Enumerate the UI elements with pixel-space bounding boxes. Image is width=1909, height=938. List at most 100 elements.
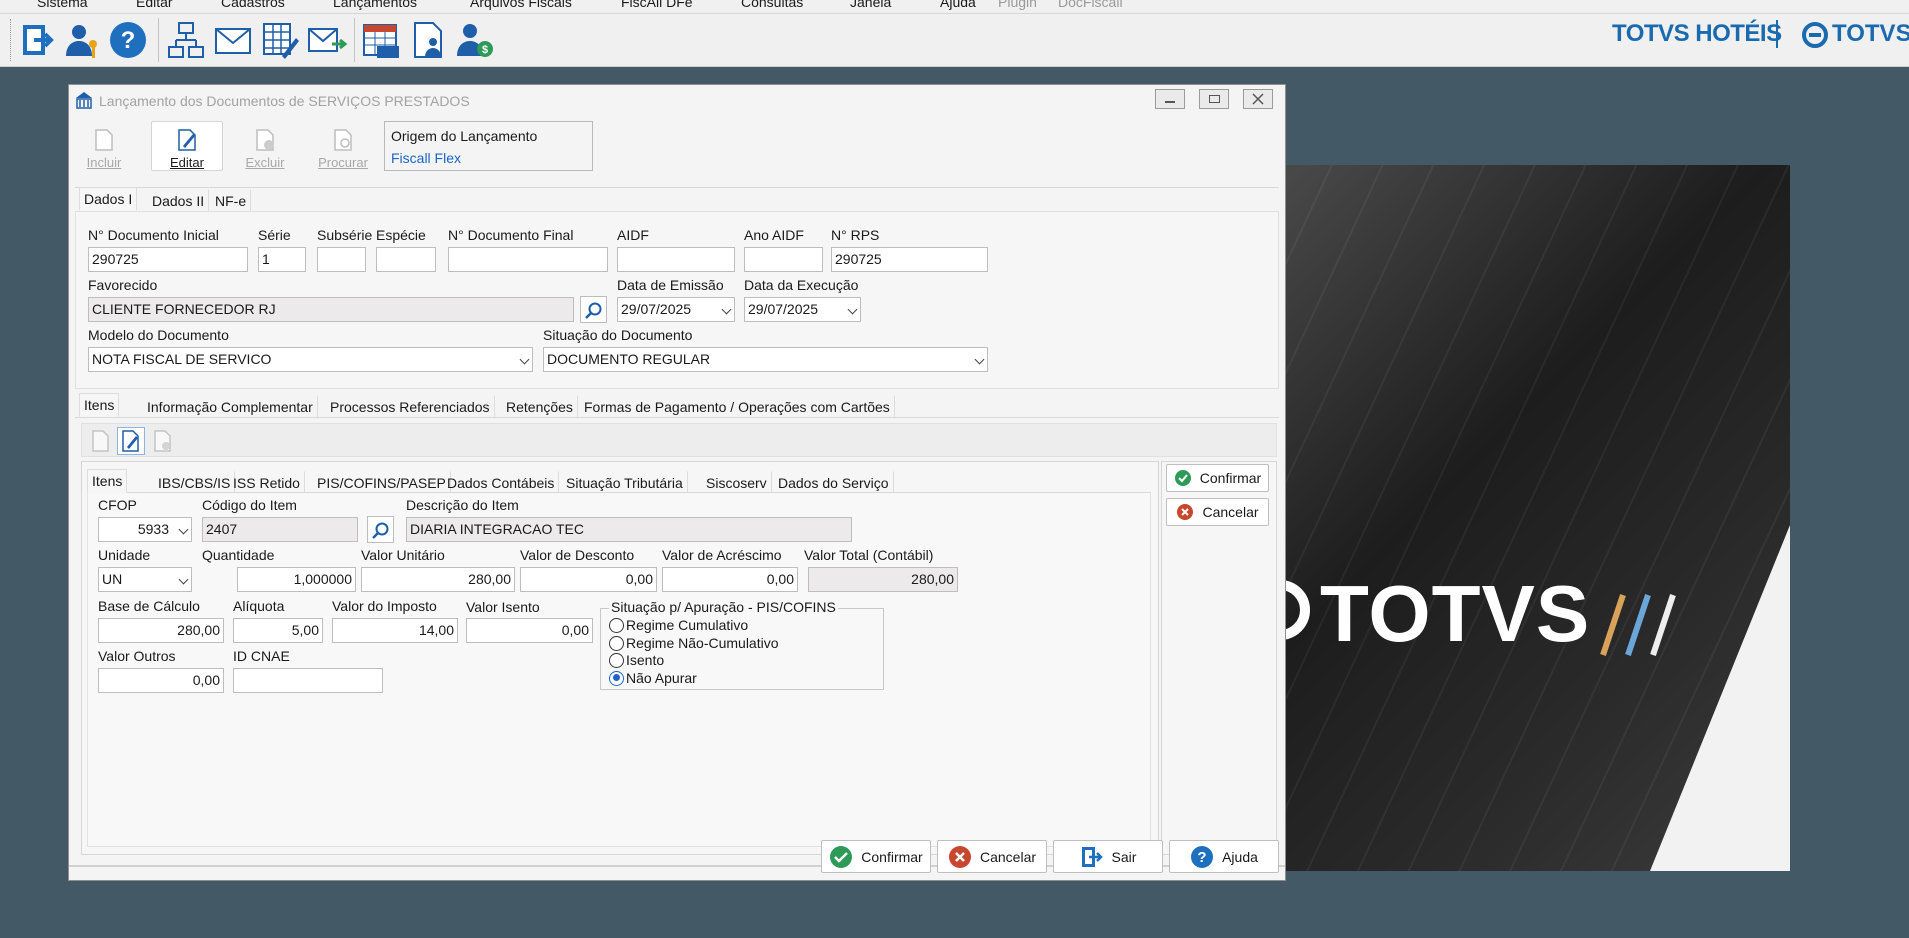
codigo-field[interactable]: 2407: [202, 517, 358, 542]
radio-icon: [609, 635, 624, 651]
editar-button[interactable]: Editar: [151, 121, 223, 171]
cfop-select[interactable]: 5933: [98, 517, 192, 542]
incluir-button[interactable]: Incluir: [75, 121, 133, 171]
delete-item-button[interactable]: [149, 428, 175, 454]
desconto-field[interactable]: 0,00: [520, 567, 657, 592]
send-mail-icon[interactable]: [306, 20, 348, 60]
valor-unitario-field[interactable]: 280,00: [361, 567, 515, 592]
tab-dados-contabeis[interactable]: Dados Contábeis: [442, 471, 560, 495]
totvs-logo-icon: [1802, 22, 1828, 48]
quantidade-field[interactable]: 1,000000: [237, 567, 356, 592]
unidade-select[interactable]: UN: [98, 567, 192, 592]
search-icon: [372, 522, 389, 539]
radio-label: Regime Cumulativo: [626, 617, 749, 633]
tab-processos-referenciados[interactable]: Processos Referenciados: [325, 395, 495, 419]
radio-isento[interactable]: Isento: [609, 652, 664, 668]
tab-retencoes[interactable]: Retenções: [501, 395, 578, 419]
tab-situacao-tributaria[interactable]: Situação Tributária: [561, 471, 688, 495]
descricao-field[interactable]: DIARIA INTEGRACAO TEC: [406, 517, 852, 542]
emissao-field[interactable]: 29/07/2025: [617, 297, 735, 322]
excluir-button[interactable]: Excluir: [229, 121, 301, 171]
edit-grid-icon[interactable]: [260, 20, 300, 60]
tab-siscoserv[interactable]: Siscoserv: [701, 471, 772, 495]
tab-nfe[interactable]: NF-e: [210, 189, 252, 213]
cfop-label: CFOP: [98, 497, 137, 513]
maximize-button[interactable]: [1199, 89, 1229, 109]
menu-editar[interactable]: Editar: [136, 0, 173, 10]
user-document-icon[interactable]: [409, 20, 449, 60]
confirmar-button[interactable]: Confirmar: [821, 840, 931, 873]
item-confirmar-button[interactable]: Confirmar: [1166, 464, 1269, 492]
tab-itens[interactable]: Itens: [79, 393, 120, 417]
aliquota-label: Alíquota: [233, 598, 285, 614]
descricao-label: Descrição do Item: [406, 497, 519, 513]
edit-item-button[interactable]: [117, 427, 145, 455]
tab-informacao-complementar[interactable]: Informação Complementar: [142, 395, 318, 419]
tab-pis-cofins-pasep[interactable]: PIS/COFINS/PASEP: [312, 471, 451, 495]
sair-button[interactable]: Sair: [1053, 840, 1163, 873]
situacao-select[interactable]: DOCUMENTO REGULAR: [543, 347, 988, 372]
ano-aidf-label: Ano AIDF: [744, 227, 804, 243]
mail-icon[interactable]: [213, 20, 253, 60]
favorecido-search-button[interactable]: [580, 296, 607, 323]
toolbar-separator: [158, 18, 159, 62]
modelo-select[interactable]: NOTA FISCAL DE SERVICO: [88, 347, 533, 372]
menu-cadastros[interactable]: Cadastros: [221, 0, 285, 10]
tab-dados-i[interactable]: Dados I: [79, 187, 138, 211]
subserie-field[interactable]: [317, 247, 366, 272]
menu-plugin[interactable]: Plugin: [998, 0, 1037, 10]
menu-janela[interactable]: Janela: [850, 0, 891, 10]
cancelar-button[interactable]: Cancelar: [937, 840, 1047, 873]
minimize-button[interactable]: [1155, 89, 1185, 109]
menu-lancamentos[interactable]: Lançamentos: [333, 0, 417, 10]
execucao-field[interactable]: 29/07/2025: [744, 297, 861, 322]
acrescimo-field[interactable]: 0,00: [662, 567, 798, 592]
help-icon[interactable]: ?: [108, 20, 148, 60]
radio-nao-apurar[interactable]: Não Apurar: [609, 670, 697, 686]
radio-regime-nao-cumulativo[interactable]: Regime Não-Cumulativo: [609, 635, 779, 651]
tab-iss-retido[interactable]: ISS Retido: [228, 471, 305, 495]
valor-outros-field[interactable]: 0,00: [98, 668, 224, 693]
tab-dados-ii[interactable]: Dados II: [147, 189, 210, 213]
rps-field[interactable]: 290725: [831, 247, 988, 272]
valor-imposto-field[interactable]: 14,00: [332, 618, 458, 643]
num-final-field[interactable]: [448, 247, 608, 272]
new-item-button[interactable]: [87, 428, 113, 454]
calendar-icms-icon[interactable]: [361, 20, 401, 60]
exit-icon[interactable]: [20, 20, 56, 60]
execucao-value: 29/07/2025: [748, 301, 819, 317]
valor-total-field[interactable]: 280,00: [808, 567, 958, 592]
user-money-icon[interactable]: $: [455, 20, 495, 60]
procurar-button[interactable]: Procurar: [307, 121, 379, 171]
tab-dados-servico[interactable]: Dados do Serviço: [773, 471, 894, 495]
serie-field[interactable]: 1: [258, 247, 306, 272]
especie-field[interactable]: [376, 247, 436, 272]
close-button[interactable]: [1243, 89, 1273, 109]
favorecido-field[interactable]: CLIENTE FORNECEDOR RJ: [88, 297, 574, 322]
tab-formas-pagamento[interactable]: Formas de Pagamento / Operações com Cart…: [579, 395, 895, 419]
menu-consultas[interactable]: Consultas: [741, 0, 803, 10]
ajuda-button[interactable]: ? Ajuda: [1169, 840, 1279, 873]
cnae-field[interactable]: [233, 668, 383, 693]
tab-ibs-cbs-is[interactable]: IBS/CBS/IS: [153, 471, 236, 495]
user-key-icon[interactable]: [63, 20, 101, 60]
menu-arquivos-fiscais[interactable]: Arquivos Fiscais: [470, 0, 572, 10]
codigo-label: Código do Item: [202, 497, 297, 513]
menu-ajuda[interactable]: Ajuda: [940, 0, 976, 10]
radio-regime-cumulativo[interactable]: Regime Cumulativo: [609, 617, 748, 633]
org-chart-icon[interactable]: [166, 20, 206, 60]
codigo-search-button[interactable]: [367, 516, 394, 543]
cfop-value: 5933: [137, 521, 169, 537]
valor-isento-field[interactable]: 0,00: [466, 618, 593, 643]
item-cancelar-button[interactable]: Cancelar: [1166, 498, 1269, 526]
menu-fiscall-dfe[interactable]: FiscAll DFe: [621, 0, 693, 10]
aliquota-field[interactable]: 5,00: [233, 618, 323, 643]
base-calculo-field[interactable]: 280,00: [98, 618, 224, 643]
aidf-field[interactable]: [617, 247, 735, 272]
menu-sistema[interactable]: Sistema: [37, 0, 88, 10]
num-inicial-field[interactable]: 290725: [88, 247, 248, 272]
cancelar-label: Cancelar: [979, 848, 1037, 865]
ano-aidf-field[interactable]: [744, 247, 823, 272]
tab-itens-detalhe[interactable]: Itens: [87, 469, 128, 493]
menu-docfiscall[interactable]: DocFiscall: [1058, 0, 1123, 10]
